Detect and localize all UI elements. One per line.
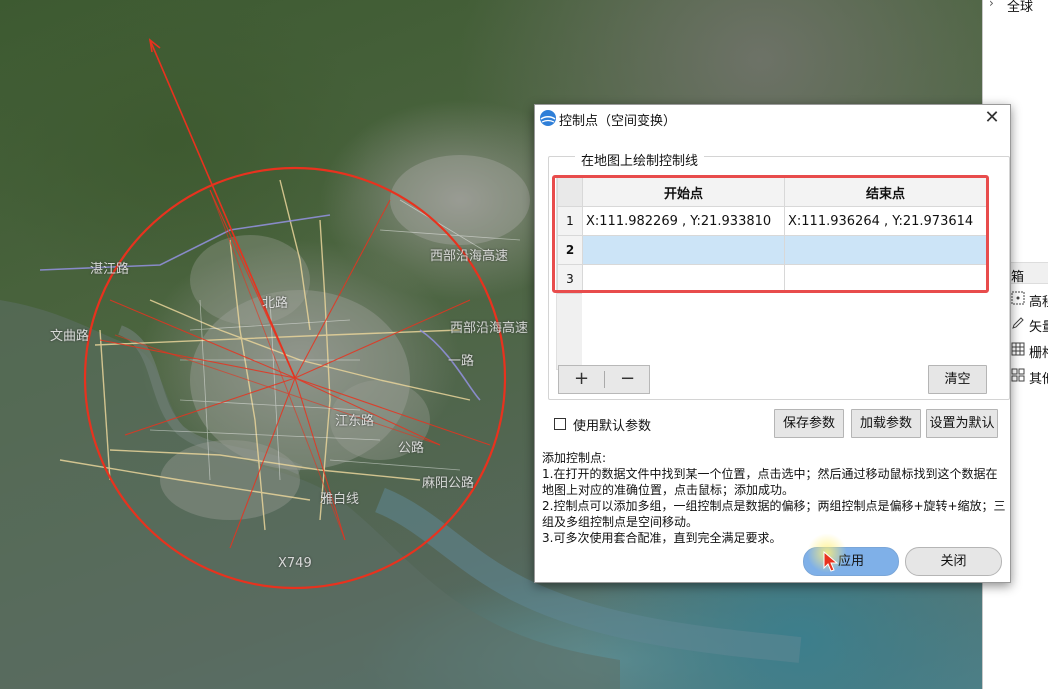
- map-label-mayang-road: 麻阳公路: [422, 476, 475, 491]
- help-line-2: 2.控制点可以添加多组，一组控制点是数据的偏移；两组控制点是偏移+旋转+缩放；三…: [542, 499, 1006, 529]
- map-label-highway-1: 西部沿海高速: [430, 249, 509, 264]
- map-label-zhanjiang-road: 湛江路: [90, 262, 130, 277]
- control-point-table[interactable]: 开始点 结束点 1 X:111.982269 , Y:21.933810 X:1…: [556, 176, 987, 370]
- layer-tree-global-label: 全球: [1007, 0, 1034, 15]
- table-empty-area: [582, 293, 987, 370]
- clear-button[interactable]: 清空: [928, 365, 987, 394]
- add-remove-group: + −: [558, 365, 650, 394]
- column-header-end[interactable]: 结束点: [784, 177, 987, 207]
- layer-tree-global[interactable]: › 全球: [983, 0, 1048, 15]
- apps-icon: [1011, 368, 1025, 382]
- map-label-east-jiang-road: 江东路: [335, 414, 375, 429]
- add-row-button[interactable]: +: [559, 366, 604, 393]
- app-logo-icon: [540, 110, 556, 126]
- map-label-road-1: 一路: [448, 354, 475, 369]
- start-point-cell[interactable]: [582, 264, 785, 294]
- row-number-header: [557, 177, 583, 207]
- toolbox-item-label: 高程: [1029, 295, 1048, 310]
- save-params-button[interactable]: 保存参数: [774, 409, 844, 438]
- row-number[interactable]: 1: [557, 206, 583, 236]
- column-header-start[interactable]: 开始点: [582, 177, 785, 207]
- end-point-cell[interactable]: [784, 264, 987, 294]
- toolbox-item-label: 矢量: [1029, 320, 1048, 335]
- use-default-params-label[interactable]: 使用默认参数: [573, 415, 651, 434]
- close-button[interactable]: 关闭: [905, 547, 1002, 576]
- set-default-button[interactable]: 设置为默认: [926, 409, 998, 438]
- start-point-cell[interactable]: [582, 235, 785, 265]
- dialog-title: 控制点（空间变换）: [559, 114, 677, 129]
- table-header-row: 开始点 结束点: [557, 177, 987, 207]
- map-label-north-road: 北路: [262, 296, 289, 311]
- help-title: 添加控制点:: [542, 451, 607, 465]
- map-label-yabai-line: 雅白线: [320, 492, 360, 507]
- use-default-params-checkbox[interactable]: [554, 418, 566, 430]
- map-label-wenqu-road: 文曲路: [50, 329, 90, 344]
- row-number[interactable]: 2: [557, 235, 583, 265]
- pencil-icon: [1012, 317, 1024, 329]
- table-row-selected[interactable]: 2: [557, 235, 987, 265]
- remove-row-button[interactable]: −: [605, 366, 650, 393]
- end-point-cell[interactable]: X:111.936264 , Y:21.973614: [784, 206, 987, 236]
- dialog-titlebar[interactable]: 控制点（空间变换） ✕: [535, 105, 1010, 133]
- elevation-icon: [1011, 291, 1025, 305]
- start-point-cell[interactable]: X:111.982269 , Y:21.933810: [582, 206, 785, 236]
- chevron-right-icon[interactable]: ›: [989, 0, 994, 10]
- table-row[interactable]: 1 X:111.982269 , Y:21.933810 X:111.93626…: [557, 206, 987, 236]
- load-params-button[interactable]: 加载参数: [851, 409, 921, 438]
- control-point-dialog: 控制点（空间变换） ✕ 在地图上绘制控制线 开始点 结束点 1 X:111.98…: [534, 104, 1011, 583]
- end-point-cell[interactable]: [784, 235, 987, 265]
- help-line-1: 1.在打开的数据文件中找到某一个位置，点击选中；然后通过移动鼠标找到这个数据在地…: [542, 467, 998, 497]
- row-number[interactable]: 3: [557, 264, 583, 294]
- groupbox-title: 在地图上绘制控制线: [575, 150, 705, 169]
- toolbox-section-label: 箱: [1011, 270, 1025, 285]
- help-line-3: 3.可多次使用套合配准，直到完全满足要求。: [542, 531, 782, 545]
- grid-icon: [1011, 342, 1025, 356]
- map-label-x749: X749: [278, 556, 312, 571]
- close-icon[interactable]: ✕: [980, 107, 1004, 131]
- toolbox-item-label: 其他: [1029, 372, 1048, 387]
- table-row[interactable]: 3: [557, 264, 987, 294]
- map-label-road-2: 公路: [398, 441, 425, 456]
- map-label-highway-2: 西部沿海高速: [450, 321, 529, 336]
- toolbox-item-label: 栅格: [1029, 346, 1048, 361]
- apply-button[interactable]: 应用: [803, 547, 899, 576]
- help-text: 添加控制点: 1.在打开的数据文件中找到某一个位置，点击选中；然后通过移动鼠标找…: [542, 450, 1006, 546]
